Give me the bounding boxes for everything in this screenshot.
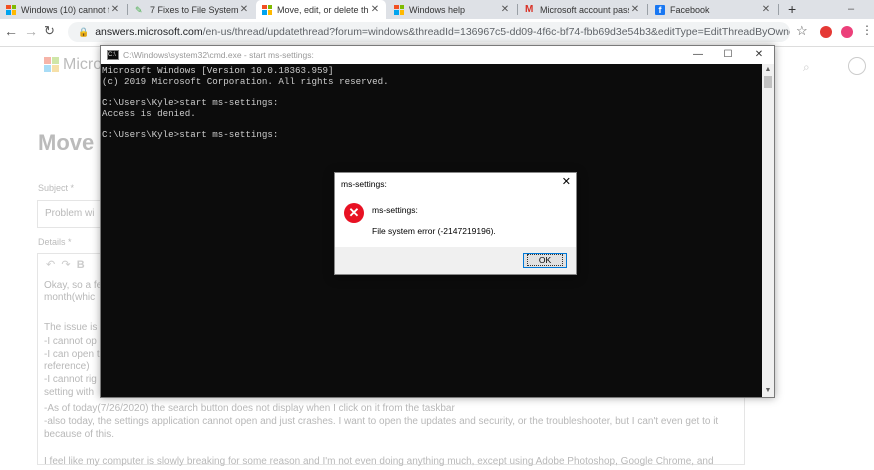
maximize-button[interactable]: ☐ — [713, 46, 743, 64]
browser-toolbar: ← → ↻ 🔒 answers.microsoft.com/en-us/thre… — [0, 19, 874, 47]
tab-divider — [127, 4, 128, 15]
editor-line: -I cannot rig — [44, 374, 97, 385]
editor-line: -also today, the settings application ca… — [44, 416, 719, 427]
dialog-footer: OK — [335, 247, 576, 274]
bold-icon[interactable]: B — [77, 259, 85, 271]
ok-button[interactable]: OK — [523, 253, 567, 268]
dialog-close-icon[interactable]: ✕ — [562, 175, 571, 188]
pencil-icon: ✎ — [135, 4, 143, 15]
windows-logo-icon — [6, 4, 16, 15]
tab-divider — [778, 4, 779, 15]
editor-line: Okay, so a fe — [44, 280, 103, 291]
editor-line: I feel like my computer is slowly breaki… — [44, 456, 714, 467]
dialog-heading: ms-settings: — [372, 205, 418, 215]
editor-toolbar: ↶ ↷ B — [46, 258, 85, 271]
page-title: Move — [38, 130, 95, 155]
editor-line: because of this. — [44, 429, 115, 440]
avatar[interactable] — [848, 57, 866, 75]
tab-label: 7 Fixes to File System E — [150, 4, 238, 15]
forward-arrow-icon[interactable]: → — [24, 23, 38, 39]
close-icon[interactable]: ✕ — [109, 4, 121, 15]
tab-label: Microsoft account pass — [540, 4, 629, 15]
search-icon[interactable]: ⌕ — [803, 60, 810, 75]
minimize-browser-button[interactable]: – — [848, 0, 854, 19]
close-icon[interactable]: ✕ — [499, 4, 511, 15]
console-line: (c) 2019 Microsoft Corporation. All righ… — [102, 75, 389, 87]
subject-label: Subject * — [38, 183, 75, 193]
console-line: C:\Users\Kyle>start ms-settings: — [102, 129, 279, 141]
tab-windows-help[interactable]: Windows help ✕ — [388, 0, 516, 19]
scroll-down-icon[interactable]: ▼ — [762, 385, 774, 397]
console-scrollbar[interactable]: ▲ ▼ — [762, 64, 774, 397]
minimize-button[interactable]: — — [683, 46, 713, 64]
editor-line: -As of today(7/26/2020) the search butto… — [44, 403, 455, 414]
dialog-title: ms-settings: — [341, 179, 387, 189]
tab-label: Windows help — [409, 4, 466, 15]
scroll-up-icon[interactable]: ▲ — [762, 64, 774, 76]
tab-move-edit-delete[interactable]: Move, edit, or delete th ✕ — [256, 0, 386, 19]
microsoft-logo: Micro — [44, 56, 102, 74]
lock-icon: 🔒 — [78, 26, 90, 37]
cmd-title-bar[interactable]: C:\ C:\Windows\system32\cmd.exe - start … — [101, 46, 774, 64]
editor-line: reference) — [44, 361, 90, 372]
tab-divider — [647, 4, 648, 15]
close-button[interactable]: ✕ — [744, 46, 774, 64]
windows-logo-icon — [262, 4, 272, 15]
editor-line: -I can open t — [44, 349, 100, 360]
windows-logo-icon — [394, 4, 404, 15]
error-dialog: ms-settings: ✕ ✕ ms-settings: File syste… — [334, 172, 577, 275]
dialog-message: File system error (-2147219196). — [372, 226, 496, 236]
console-line: Access is denied. — [102, 107, 196, 119]
new-tab-button[interactable]: + — [788, 0, 796, 19]
editor-line: setting with — [44, 387, 95, 398]
close-icon[interactable]: ✕ — [369, 4, 381, 15]
menu-dots-icon[interactable]: ⋮ — [861, 23, 873, 37]
ok-button-label: OK — [526, 254, 564, 266]
url-host: answers.microsoft.com — [95, 26, 203, 38]
tab-microsoft-account[interactable]: M Microsoft account pass ✕ — [519, 0, 646, 19]
editor-line: -I cannot op — [44, 336, 97, 347]
console-line: C:\Users\Kyle>start ms-settings: — [102, 97, 279, 109]
back-arrow-icon[interactable]: ← — [4, 23, 18, 39]
reload-icon[interactable]: ↻ — [44, 23, 55, 39]
editor-line: The issue is — [44, 322, 98, 333]
adblock-icon[interactable] — [820, 26, 832, 38]
tab-label: Windows (10) cannot fi — [21, 4, 109, 15]
gmail-icon: M — [525, 3, 534, 15]
cmd-title: C:\Windows\system32\cmd.exe - start ms-s… — [123, 50, 314, 60]
browser-tab-strip: Windows (10) cannot fi ✕ ✎ 7 Fixes to Fi… — [0, 0, 874, 19]
redo-icon[interactable]: ↷ — [61, 259, 70, 271]
facebook-icon: f — [655, 4, 665, 15]
tab-label: Facebook — [670, 4, 710, 15]
extension-icon[interactable] — [841, 26, 853, 38]
undo-icon[interactable]: ↶ — [46, 259, 55, 271]
details-label: Details * — [38, 237, 72, 247]
error-icon: ✕ — [344, 203, 364, 223]
tab-facebook[interactable]: f Facebook ✕ — [649, 0, 777, 19]
console-icon: C:\ — [107, 50, 119, 60]
editor-line: month(whic — [44, 292, 96, 303]
tab-label: Move, edit, or delete th — [277, 4, 369, 15]
address-bar[interactable]: 🔒 answers.microsoft.com/en-us/thread/upd… — [68, 22, 790, 42]
scrollbar-thumb[interactable] — [764, 76, 772, 88]
close-icon[interactable]: ✕ — [629, 4, 641, 15]
subject-value: Problem wi — [45, 208, 95, 219]
url-path: /en-us/thread/updatethread?forum=windows… — [202, 26, 790, 38]
windows-logo-icon — [44, 57, 59, 73]
close-icon[interactable]: ✕ — [238, 4, 250, 15]
close-icon[interactable]: ✕ — [760, 4, 772, 15]
tab-7-fixes[interactable]: ✎ 7 Fixes to File System E ✕ — [129, 0, 255, 19]
tab-windows-cannot-find[interactable]: Windows (10) cannot fi ✕ — [0, 0, 126, 19]
subject-input[interactable]: Problem wi — [37, 200, 103, 228]
tab-divider — [517, 4, 518, 15]
star-icon[interactable]: ☆ — [796, 23, 808, 39]
